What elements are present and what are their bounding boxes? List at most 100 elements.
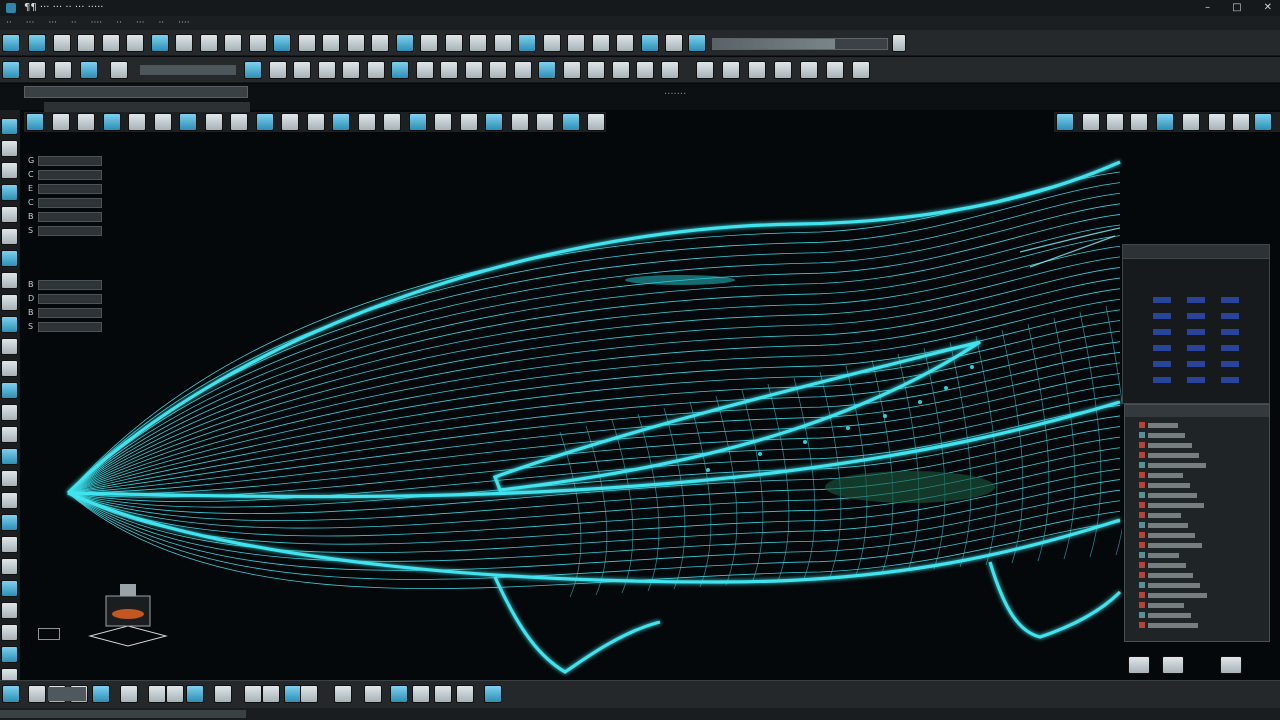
front-view-icon[interactable] (332, 113, 350, 131)
undo-icon[interactable] (318, 61, 336, 79)
file-new-icon[interactable] (2, 685, 20, 703)
fillet-icon[interactable] (1, 448, 18, 465)
coordinate-field[interactable] (48, 687, 86, 701)
loft-icon[interactable] (1, 360, 18, 377)
layer-cell[interactable] (1153, 361, 1171, 367)
tree-item[interactable] (1139, 551, 1179, 559)
move-icon[interactable] (175, 34, 193, 52)
right-view-icon[interactable] (179, 113, 197, 131)
tree-item[interactable] (1139, 461, 1206, 469)
shaded-icon[interactable] (52, 113, 70, 131)
open-icon[interactable] (722, 61, 740, 79)
undo-icon[interactable] (1, 624, 18, 641)
rotate-icon[interactable] (200, 34, 218, 52)
file-new-icon[interactable] (1, 118, 18, 135)
layer-icon[interactable] (1, 492, 18, 509)
file-new-icon[interactable] (244, 61, 262, 79)
menu-item[interactable]: ··· (48, 16, 57, 30)
wireframe-icon[interactable] (383, 113, 401, 131)
layer-cell[interactable] (1187, 313, 1205, 319)
sweep-icon[interactable] (1, 382, 18, 399)
move-icon[interactable] (148, 685, 166, 703)
tree-item[interactable] (1139, 581, 1200, 589)
layer-cell[interactable] (1187, 329, 1205, 335)
redo-icon[interactable] (92, 685, 110, 703)
save-icon[interactable] (77, 34, 95, 52)
extend-icon[interactable] (587, 61, 605, 79)
move-icon[interactable] (391, 61, 409, 79)
perspective-icon[interactable] (460, 113, 478, 131)
curve-icon[interactable] (214, 685, 232, 703)
layer-cell[interactable] (1221, 329, 1239, 335)
snap-icon[interactable] (636, 61, 654, 79)
menu-item[interactable]: ·· (71, 16, 77, 30)
rotate-icon[interactable] (166, 685, 184, 703)
extend-icon[interactable] (371, 34, 389, 52)
sweep-icon[interactable] (322, 34, 340, 52)
extend-icon[interactable] (334, 685, 352, 703)
top-view-icon[interactable] (1156, 113, 1174, 131)
tree-item[interactable] (1139, 621, 1198, 629)
close-button[interactable]: ✕ (1264, 0, 1272, 16)
wireframe-icon[interactable] (562, 113, 580, 131)
wireframe-icon[interactable] (1056, 113, 1074, 131)
render-icon[interactable] (469, 34, 487, 52)
file-new-icon[interactable] (1, 558, 18, 575)
select-icon[interactable] (120, 685, 138, 703)
open-icon[interactable] (269, 61, 287, 79)
open-icon[interactable] (28, 61, 46, 79)
front-view-icon[interactable] (1182, 113, 1200, 131)
tree-item[interactable] (1139, 451, 1199, 459)
surface-icon[interactable] (489, 61, 507, 79)
menu-item[interactable]: ···· (91, 16, 102, 30)
view-navigation-cube[interactable] (88, 578, 168, 650)
wireframe-icon[interactable] (1232, 113, 1250, 131)
menu-item[interactable]: ·· (116, 16, 122, 30)
rotate-icon[interactable] (416, 61, 434, 79)
front-view-icon[interactable] (154, 113, 172, 131)
curve-icon[interactable] (249, 34, 267, 52)
scale-icon[interactable] (440, 61, 458, 79)
surface-icon[interactable] (244, 685, 262, 703)
menu-item[interactable]: ·· (6, 16, 12, 30)
trim-icon[interactable] (563, 61, 581, 79)
loft-icon[interactable] (298, 34, 316, 52)
render-icon[interactable] (1, 514, 18, 531)
front-view-icon[interactable] (511, 113, 529, 131)
layer-icon[interactable] (661, 61, 679, 79)
shaded-icon[interactable] (409, 113, 427, 131)
tree-item[interactable] (1139, 561, 1186, 569)
layer-cell[interactable] (1187, 345, 1205, 351)
right-view-icon[interactable] (358, 113, 376, 131)
tree-item[interactable] (1139, 501, 1204, 509)
layer-cell[interactable] (1153, 313, 1171, 319)
perspective-icon[interactable] (1130, 113, 1148, 131)
tree-item[interactable] (1139, 421, 1178, 429)
redo-icon[interactable] (126, 34, 144, 52)
perspective-icon[interactable] (281, 113, 299, 131)
fillet-icon[interactable] (612, 61, 630, 79)
open-icon[interactable] (543, 34, 561, 52)
loft-icon[interactable] (262, 685, 280, 703)
panel-action-button[interactable] (1128, 656, 1150, 674)
surface-icon[interactable] (273, 34, 291, 52)
file-new-icon[interactable] (2, 61, 20, 79)
rendered-icon[interactable] (77, 113, 95, 131)
layer-cell[interactable] (1221, 361, 1239, 367)
maximize-button[interactable]: □ (1232, 0, 1241, 16)
scale-icon[interactable] (186, 685, 204, 703)
scale-icon[interactable] (1, 294, 18, 311)
tree-item[interactable] (1139, 541, 1202, 549)
trim-icon[interactable] (1, 404, 18, 421)
top-view-icon[interactable] (307, 113, 325, 131)
top-view-icon[interactable] (128, 113, 146, 131)
file-new-icon[interactable] (484, 685, 502, 703)
loft-icon[interactable] (514, 61, 532, 79)
undo-icon[interactable] (774, 61, 792, 79)
menu-item[interactable]: ···· (178, 16, 189, 30)
select-icon[interactable] (151, 34, 169, 52)
zoom-icon[interactable] (1, 536, 18, 553)
wireframe-icon[interactable] (205, 113, 223, 131)
layer-cell[interactable] (1153, 377, 1171, 383)
layer-cell[interactable] (1153, 297, 1171, 303)
